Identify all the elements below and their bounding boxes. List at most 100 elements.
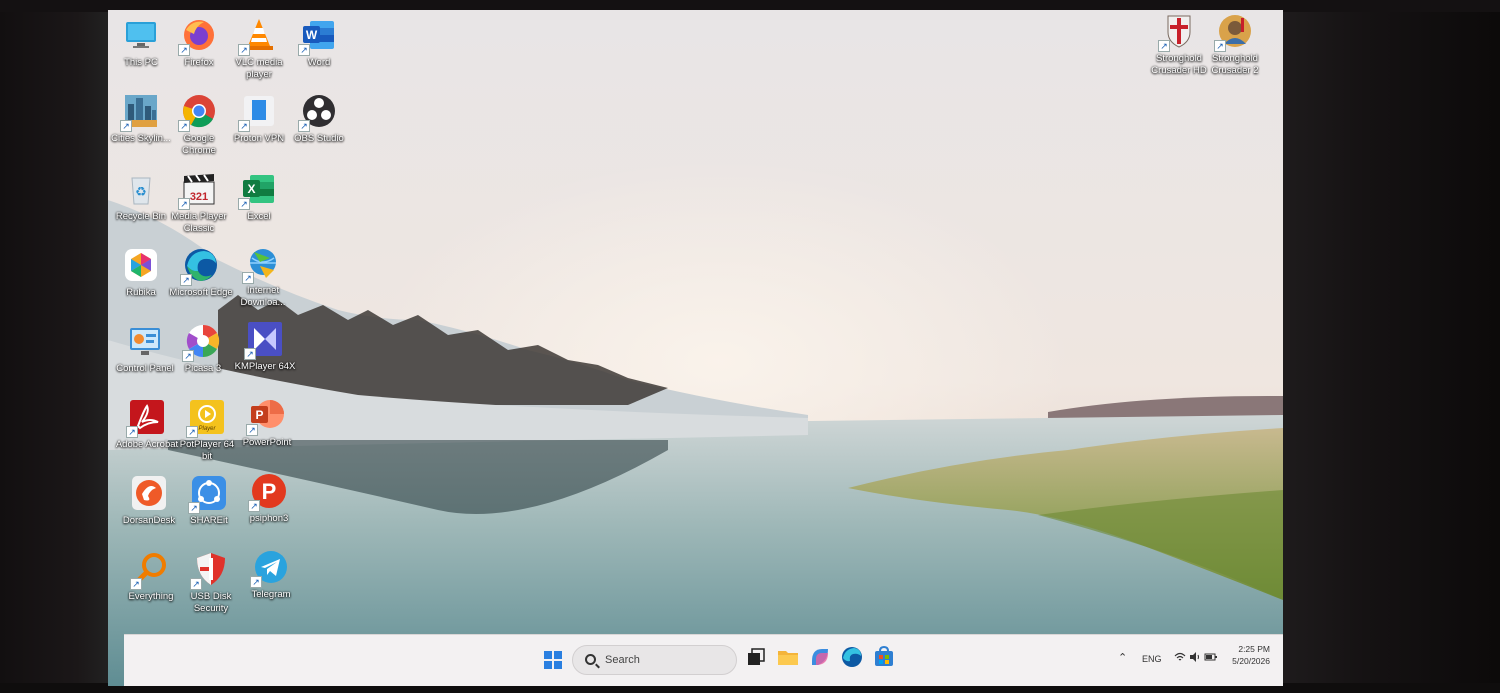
svg-text:321: 321	[190, 191, 208, 203]
firefox-icon: ↗	[178, 16, 218, 56]
icon-label: Proton VPN	[233, 133, 285, 144]
desktop-icon-shareit[interactable]: ↗ SHAREit	[176, 474, 242, 527]
cities-skylines-icon: ↗	[120, 92, 160, 132]
desktop-screen: This PC ↗ Firefox ↗ VLC media player W ↗…	[108, 10, 1283, 686]
icon-label: Control Panel	[116, 363, 174, 374]
desktop-icon-dorsandesk[interactable]: DorsanDesk	[116, 474, 182, 527]
icon-label: PowerPoint	[242, 437, 292, 448]
telegram-icon: ↗	[250, 548, 290, 588]
desktop-icon-rubika[interactable]: Rubika	[108, 246, 174, 299]
shortcut-arrow-icon: ↗	[238, 44, 250, 56]
desktop-icon-stronghold-crusader-2[interactable]: ↗ Stronghold Crusader 2	[1202, 12, 1268, 77]
icon-label: Everything	[128, 591, 174, 602]
desktop-icon-firefox[interactable]: ↗ Firefox	[166, 16, 232, 69]
desktop-icon-picasa[interactable]: ↗ Picasa 3	[170, 322, 236, 375]
word-icon: W ↗	[298, 16, 338, 56]
proton-vpn-icon: ↗	[238, 92, 278, 132]
recycle-bin-icon: ♻	[122, 170, 160, 208]
search-icon	[585, 654, 596, 665]
shortcut-arrow-icon: ↗	[130, 578, 142, 590]
icon-label: Telegram	[251, 589, 291, 600]
shortcut-arrow-icon: ↗	[1214, 40, 1226, 52]
shortcut-arrow-icon: ↗	[250, 576, 262, 588]
shortcut-arrow-icon: ↗	[126, 426, 138, 438]
windows-start-icon[interactable]	[544, 651, 562, 669]
svg-text:W: W	[306, 28, 318, 42]
kmplayer-icon: ↗	[244, 320, 284, 360]
shortcut-arrow-icon: ↗	[186, 426, 198, 438]
desktop-icon-recycle-bin[interactable]: ♻ Recycle Bin	[108, 170, 174, 223]
picasa-icon: ↗	[182, 322, 222, 362]
desktop-icon-telegram[interactable]: ↗ Telegram	[238, 548, 304, 601]
icon-label: Recycle Bin	[115, 211, 167, 222]
shortcut-arrow-icon: ↗	[180, 274, 192, 286]
chrome-icon: ↗	[178, 92, 218, 132]
crusader-knight-icon: ↗	[1214, 12, 1254, 52]
tray-overflow-chevron-icon[interactable]: ⌃	[1118, 651, 1127, 664]
desktop-icon-microsoft-edge[interactable]: ↗ Microsoft Edge	[168, 246, 234, 299]
shortcut-arrow-icon: ↗	[242, 272, 254, 284]
icon-label: Google Chrome	[182, 133, 216, 156]
shortcut-arrow-icon: ↗	[178, 120, 190, 132]
desktop-icon-kmplayer[interactable]: ↗ KMPlayer 64X	[232, 320, 298, 373]
control-panel-icon	[126, 322, 164, 360]
icon-label: Rubika	[126, 287, 156, 298]
system-clock[interactable]: 2:25 PM 5/20/2026	[1222, 643, 1270, 667]
monitor-bezel-left	[0, 0, 110, 693]
rubika-icon	[122, 246, 160, 284]
desktop-icon-psiphon[interactable]: P ↗ psiphon3	[236, 472, 302, 525]
input-language[interactable]: ENG	[1142, 654, 1162, 664]
svg-text:P: P	[255, 408, 263, 422]
shortcut-arrow-icon: ↗	[298, 44, 310, 56]
svg-text:X: X	[247, 182, 255, 196]
desktop-icon-control-panel[interactable]: Control Panel	[112, 322, 178, 375]
icon-label: DorsanDesk	[122, 515, 176, 526]
icon-label: Picasa 3	[184, 363, 222, 374]
icon-label: PotPlayer 64 bit	[179, 439, 235, 462]
shortcut-arrow-icon: ↗	[298, 120, 310, 132]
desktop-icon-cities-skylines[interactable]: ↗ Cities Skylin...	[108, 92, 174, 145]
shortcut-arrow-icon: ↗	[244, 348, 256, 360]
shortcut-arrow-icon: ↗	[248, 500, 260, 512]
desktop-icon-media-player-classic[interactable]: 321 ↗ Media Player Classic	[166, 170, 232, 235]
desktop-icon-usb-disk-security[interactable]: ↗ USB Disk Security	[178, 550, 244, 615]
volume-icon[interactable]	[1189, 651, 1201, 665]
shortcut-arrow-icon: ↗	[238, 198, 250, 210]
icon-label: This PC	[124, 57, 158, 68]
desktop-icon-chrome[interactable]: ↗ Google Chrome	[166, 92, 232, 157]
desktop-icon-obs-studio[interactable]: ↗ OBS Studio	[286, 92, 352, 145]
desktop-icon-vlc[interactable]: ↗ VLC media player	[226, 16, 292, 81]
file-explorer-icon[interactable]	[776, 645, 800, 674]
desktop-icon-adobe-acrobat[interactable]: ↗ Adobe Acrobat	[114, 398, 180, 451]
desktop-icon-excel[interactable]: X ↗ Excel	[226, 170, 292, 223]
desktop-icon-internet-download-manager[interactable]: ↗ Internet Downloa...	[230, 244, 296, 309]
svg-text:P: P	[262, 479, 277, 504]
icon-label: Media Player Classic	[171, 211, 227, 234]
taskbar-search-box[interactable]: Search	[572, 645, 737, 675]
icon-label: KMPlayer 64X	[234, 361, 296, 372]
wifi-icon[interactable]	[1174, 651, 1186, 665]
icon-label: Excel	[247, 211, 271, 222]
desktop-icon-everything[interactable]: ↗ Everything	[118, 550, 184, 603]
copilot-icon[interactable]	[808, 645, 832, 674]
monitor-bezel-right	[1275, 0, 1500, 693]
crusader-shield-icon: ↗	[1158, 12, 1198, 52]
monitor-icon	[122, 16, 160, 54]
edge-icon[interactable]	[840, 645, 864, 674]
desktop-icon-word[interactable]: W ↗ Word	[286, 16, 352, 69]
desktop-icon-potplayer[interactable]: Player ↗ PotPlayer 64 bit	[174, 398, 240, 463]
icon-label: SHAREit	[190, 515, 228, 526]
icon-label: Adobe Acrobat	[115, 439, 179, 450]
task-view-icon[interactable]	[744, 645, 768, 674]
battery-icon[interactable]	[1204, 651, 1218, 665]
desktop-icon-this-pc[interactable]: This PC	[108, 16, 174, 69]
store-icon[interactable]	[872, 645, 896, 674]
desktop-icon-proton-vpn[interactable]: ↗ Proton VPN	[226, 92, 292, 145]
shortcut-arrow-icon: ↗	[188, 502, 200, 514]
shareit-icon: ↗	[188, 474, 228, 514]
desktop-icon-powerpoint[interactable]: P ↗ PowerPoint	[234, 396, 300, 449]
vlc-cone-icon: ↗	[238, 16, 278, 56]
icon-label: OBS Studio	[294, 133, 344, 144]
icon-label: Internet Downloa...	[240, 285, 286, 308]
powerpoint-icon: P ↗	[246, 396, 286, 436]
